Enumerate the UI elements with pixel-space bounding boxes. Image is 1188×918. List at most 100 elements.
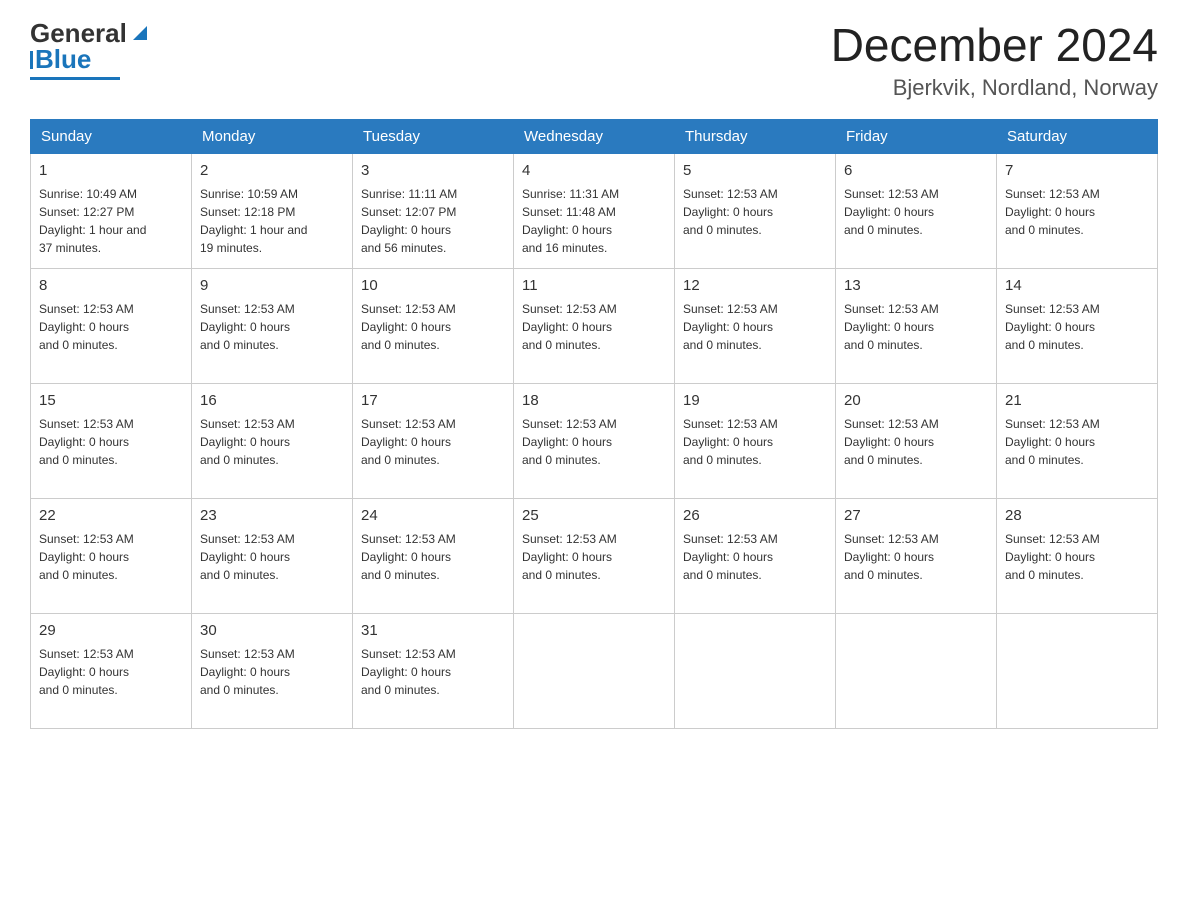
day-info: Sunset: 12:53 AM Daylight: 0 hours and 0… bbox=[683, 415, 827, 469]
location-title: Bjerkvik, Nordland, Norway bbox=[831, 75, 1158, 101]
calendar-cell: 29 Sunset: 12:53 AM Daylight: 0 hours and… bbox=[31, 613, 192, 728]
calendar-cell: 16 Sunset: 12:53 AM Daylight: 0 hours and… bbox=[192, 383, 353, 498]
logo: General Blue bbox=[30, 20, 151, 80]
day-info: Sunset: 12:53 AM Daylight: 0 hours and 0… bbox=[1005, 185, 1149, 239]
day-info: Sunset: 12:53 AM Daylight: 0 hours and 0… bbox=[200, 300, 344, 354]
calendar-header-row: SundayMondayTuesdayWednesdayThursdayFrid… bbox=[31, 119, 1158, 153]
day-number: 13 bbox=[844, 275, 988, 296]
calendar-cell bbox=[675, 613, 836, 728]
weekday-header-saturday: Saturday bbox=[997, 119, 1158, 153]
day-number: 16 bbox=[200, 390, 344, 411]
calendar-cell: 8Sunset: 12:53 AM Daylight: 0 hours and … bbox=[31, 268, 192, 383]
calendar-table: SundayMondayTuesdayWednesdayThursdayFrid… bbox=[30, 119, 1158, 729]
calendar-cell: 25Sunset: 12:53 AM Daylight: 0 hours and… bbox=[514, 498, 675, 613]
weekday-header-sunday: Sunday bbox=[31, 119, 192, 153]
day-info: Sunset: 12:53 AM Daylight: 0 hours and 0… bbox=[200, 530, 344, 584]
calendar-cell: 9 Sunset: 12:53 AM Daylight: 0 hours and … bbox=[192, 268, 353, 383]
weekday-header-tuesday: Tuesday bbox=[353, 119, 514, 153]
day-number: 10 bbox=[361, 275, 505, 296]
day-number: 28 bbox=[1005, 505, 1149, 526]
calendar-cell: 22 Sunset: 12:53 AM Daylight: 0 hours and… bbox=[31, 498, 192, 613]
calendar-cell: 3 Sunrise: 11:11 AM Sunset: 12:07 PM Dayl… bbox=[353, 153, 514, 268]
calendar-cell: 7 Sunset: 12:53 AM Daylight: 0 hours and … bbox=[997, 153, 1158, 268]
calendar-cell: 27 Sunset: 12:53 AM Daylight: 0 hours and… bbox=[836, 498, 997, 613]
logo-blue: Blue bbox=[35, 44, 91, 75]
calendar-cell: 2 Sunrise: 10:59 AM Sunset: 12:18 PM Dayl… bbox=[192, 153, 353, 268]
calendar-cell: 26 Sunset: 12:53 AM Daylight: 0 hours and… bbox=[675, 498, 836, 613]
day-number: 18 bbox=[522, 390, 666, 411]
weekday-header-wednesday: Wednesday bbox=[514, 119, 675, 153]
day-info: Sunset: 12:53 AM Daylight: 0 hours and 0… bbox=[361, 530, 505, 584]
day-info: Sunset: 12:53 AM Daylight: 0 hours and 0… bbox=[844, 185, 988, 239]
day-info: Sunset: 12:53 AM Daylight: 0 hours and 0… bbox=[683, 300, 827, 354]
calendar-cell: 1Sunrise: 10:49 AM Sunset: 12:27 PM Dayl… bbox=[31, 153, 192, 268]
day-number: 22 bbox=[39, 505, 183, 526]
calendar-cell: 23Sunset: 12:53 AM Daylight: 0 hours and… bbox=[192, 498, 353, 613]
day-info: Sunrise: 10:49 AM Sunset: 12:27 PM Dayli… bbox=[39, 185, 183, 257]
calendar-cell: 14Sunset: 12:53 AM Daylight: 0 hours and… bbox=[997, 268, 1158, 383]
calendar-cell bbox=[836, 613, 997, 728]
day-number: 2 bbox=[200, 160, 344, 181]
calendar-cell: 11Sunset: 12:53 AM Daylight: 0 hours and… bbox=[514, 268, 675, 383]
calendar-week-4: 22 Sunset: 12:53 AM Daylight: 0 hours and… bbox=[31, 498, 1158, 613]
calendar-cell: 17 Sunset: 12:53 AM Daylight: 0 hours and… bbox=[353, 383, 514, 498]
day-number: 19 bbox=[683, 390, 827, 411]
calendar-cell: 19 Sunset: 12:53 AM Daylight: 0 hours and… bbox=[675, 383, 836, 498]
day-info: Sunset: 12:53 AM Daylight: 0 hours and 0… bbox=[39, 645, 183, 699]
day-number: 11 bbox=[522, 275, 666, 296]
calendar-cell: 18Sunset: 12:53 AM Daylight: 0 hours and… bbox=[514, 383, 675, 498]
day-info: Sunset: 12:53 AM Daylight: 0 hours and 0… bbox=[844, 530, 988, 584]
day-info: Sunset: 12:53 AM Daylight: 0 hours and 0… bbox=[361, 415, 505, 469]
day-info: Sunset: 12:53 AM Daylight: 0 hours and 0… bbox=[39, 530, 183, 584]
calendar-week-1: 1Sunrise: 10:49 AM Sunset: 12:27 PM Dayl… bbox=[31, 153, 1158, 268]
calendar-week-5: 29 Sunset: 12:53 AM Daylight: 0 hours and… bbox=[31, 613, 1158, 728]
day-number: 9 bbox=[200, 275, 344, 296]
day-number: 7 bbox=[1005, 160, 1149, 181]
day-number: 5 bbox=[683, 160, 827, 181]
calendar-week-2: 8Sunset: 12:53 AM Daylight: 0 hours and … bbox=[31, 268, 1158, 383]
day-info: Sunrise: 11:31 AM Sunset: 11:48 AM Dayli… bbox=[522, 185, 666, 257]
day-number: 30 bbox=[200, 620, 344, 641]
day-info: Sunset: 12:53 AM Daylight: 0 hours and 0… bbox=[522, 530, 666, 584]
calendar-cell bbox=[514, 613, 675, 728]
day-info: Sunset: 12:53 AM Daylight: 0 hours and 0… bbox=[200, 415, 344, 469]
day-info: Sunset: 12:53 AM Daylight: 0 hours and 0… bbox=[361, 645, 505, 699]
day-number: 27 bbox=[844, 505, 988, 526]
day-info: Sunset: 12:53 AM Daylight: 0 hours and 0… bbox=[361, 300, 505, 354]
calendar-cell: 6 Sunset: 12:53 AM Daylight: 0 hours and … bbox=[836, 153, 997, 268]
calendar-cell: 5 Sunset: 12:53 AM Daylight: 0 hours and … bbox=[675, 153, 836, 268]
day-info: Sunrise: 11:11 AM Sunset: 12:07 PM Dayli… bbox=[361, 185, 505, 257]
calendar-cell: 4Sunrise: 11:31 AM Sunset: 11:48 AM Dayl… bbox=[514, 153, 675, 268]
day-number: 3 bbox=[361, 160, 505, 181]
day-number: 29 bbox=[39, 620, 183, 641]
day-info: Sunrise: 10:59 AM Sunset: 12:18 PM Dayli… bbox=[200, 185, 344, 257]
calendar-cell: 20Sunset: 12:53 AM Daylight: 0 hours and… bbox=[836, 383, 997, 498]
day-info: Sunset: 12:53 AM Daylight: 0 hours and 0… bbox=[39, 300, 183, 354]
day-number: 12 bbox=[683, 275, 827, 296]
day-info: Sunset: 12:53 AM Daylight: 0 hours and 0… bbox=[844, 415, 988, 469]
weekday-header-friday: Friday bbox=[836, 119, 997, 153]
calendar-cell: 13Sunset: 12:53 AM Daylight: 0 hours and… bbox=[836, 268, 997, 383]
calendar-cell: 28 Sunset: 12:53 AM Daylight: 0 hours and… bbox=[997, 498, 1158, 613]
calendar-week-3: 15 Sunset: 12:53 AM Daylight: 0 hours and… bbox=[31, 383, 1158, 498]
day-number: 26 bbox=[683, 505, 827, 526]
day-number: 6 bbox=[844, 160, 988, 181]
calendar-cell: 31Sunset: 12:53 AM Daylight: 0 hours and… bbox=[353, 613, 514, 728]
calendar-cell: 15Sunset: 12:53 AM Daylight: 0 hours and… bbox=[31, 383, 192, 498]
page-header: General Blue December 2024 Bjerkvik, Nor… bbox=[30, 20, 1158, 101]
weekday-header-monday: Monday bbox=[192, 119, 353, 153]
day-number: 21 bbox=[1005, 390, 1149, 411]
day-info: Sunset: 12:53 AM Daylight: 0 hours and 0… bbox=[683, 530, 827, 584]
day-number: 17 bbox=[361, 390, 505, 411]
day-info: Sunset: 12:53 AM Daylight: 0 hours and 0… bbox=[1005, 530, 1149, 584]
day-info: Sunset: 12:53 AM Daylight: 0 hours and 0… bbox=[683, 185, 827, 239]
day-number: 15 bbox=[39, 390, 183, 411]
title-block: December 2024 Bjerkvik, Nordland, Norway bbox=[831, 20, 1158, 101]
logo-underline bbox=[30, 77, 120, 80]
day-number: 24 bbox=[361, 505, 505, 526]
month-title: December 2024 bbox=[831, 20, 1158, 71]
day-info: Sunset: 12:53 AM Daylight: 0 hours and 0… bbox=[1005, 415, 1149, 469]
weekday-header-thursday: Thursday bbox=[675, 119, 836, 153]
logo-general: General bbox=[30, 20, 127, 46]
day-info: Sunset: 12:53 AM Daylight: 0 hours and 0… bbox=[200, 645, 344, 699]
